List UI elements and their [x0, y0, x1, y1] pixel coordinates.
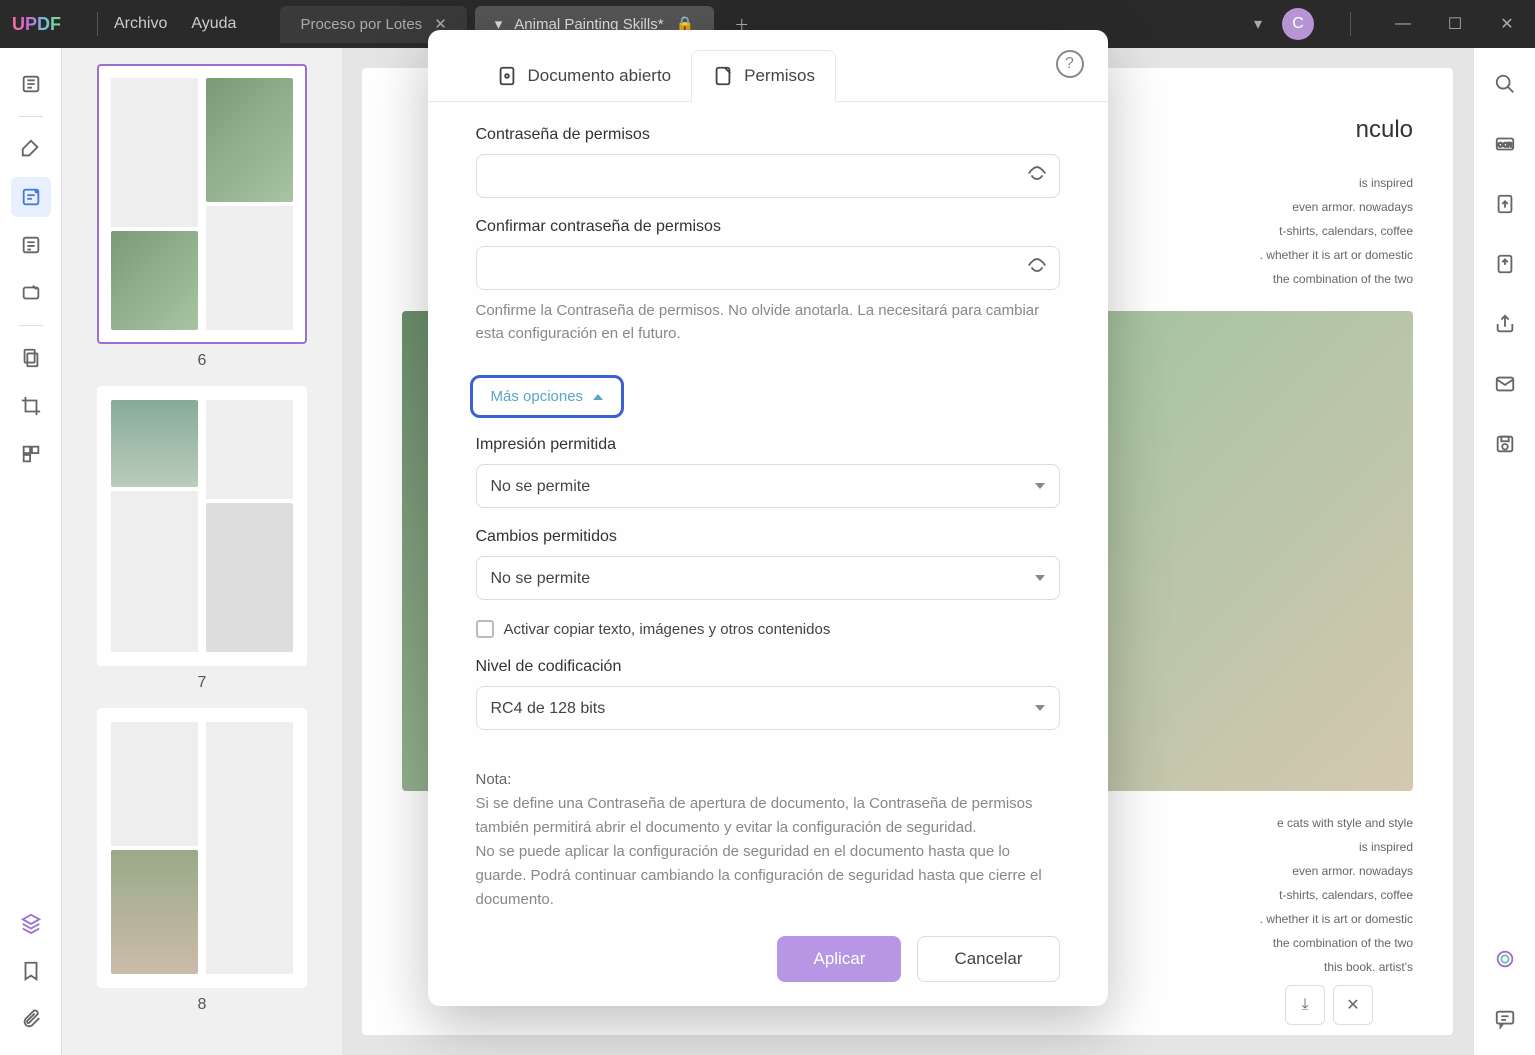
copy-checkbox-row[interactable]: Activar copiar texto, imágenes y otros c… [476, 620, 1060, 638]
highlighter-icon[interactable] [11, 129, 51, 169]
changes-group: Cambios permitidos No se permite [476, 528, 1060, 600]
thumbnail-label: 6 [198, 352, 207, 370]
chevron-up-icon [593, 394, 603, 400]
printing-allowed-select[interactable]: No se permite [476, 464, 1060, 508]
tools-icon[interactable] [11, 434, 51, 474]
modal-footer: Aplicar Cancelar [428, 912, 1108, 982]
confirm-password-group: Confirmar contraseña de permisos Confirm… [476, 218, 1060, 345]
svg-text:OCR: OCR [1497, 142, 1512, 149]
bookmark-icon[interactable] [11, 951, 51, 991]
printing-group: Impresión permitida No se permite [476, 436, 1060, 508]
divider [19, 116, 43, 117]
confirm-permissions-password-input[interactable] [476, 246, 1060, 290]
menu-file[interactable]: Archivo [114, 15, 167, 33]
crop-icon[interactable] [11, 386, 51, 426]
sign-icon[interactable] [11, 273, 51, 313]
divider [97, 12, 98, 36]
close-button[interactable]: ✕ [1491, 8, 1523, 40]
more-options-label: Más opciones [491, 388, 584, 405]
thumbnail-label: 7 [198, 674, 207, 692]
save-icon[interactable] [1485, 424, 1525, 464]
divider [1350, 12, 1351, 36]
thumbnail-item[interactable]: 6 [97, 64, 307, 370]
permissions-dialog: ? Documento abierto Permisos Contraseña … [428, 30, 1108, 1006]
encryption-label: Nivel de codificación [476, 658, 1060, 676]
tab-label: Documento abierto [528, 66, 672, 86]
tab-label: Permisos [744, 66, 815, 86]
thumbnail-item[interactable]: 8 [97, 708, 307, 1014]
password-label: Contraseña de permisos [476, 126, 1060, 144]
reader-icon[interactable] [11, 64, 51, 104]
maximize-button[interactable]: ☐ [1439, 8, 1471, 40]
copy-checkbox-label: Activar copiar texto, imágenes y otros c… [504, 621, 831, 638]
thumbnail-label: 8 [198, 996, 207, 1014]
right-toolbar: OCR [1473, 48, 1535, 1055]
scroll-down-icon[interactable]: ⤓ [1285, 985, 1325, 1025]
search-icon[interactable] [1485, 64, 1525, 104]
more-options-toggle[interactable]: Más opciones [470, 375, 625, 418]
modal-body: Contraseña de permisos Confirmar contras… [428, 102, 1108, 730]
tab-label: Proceso por Lotes [300, 16, 422, 33]
confirm-password-label: Confirmar contraseña de permisos [476, 218, 1060, 236]
note-text: Si se define una Contraseña de apertura … [476, 792, 1060, 840]
copy-checkbox[interactable] [476, 620, 494, 638]
encryption-level-select[interactable]: RC4 de 128 bits [476, 686, 1060, 730]
chevron-down-icon[interactable]: ▾ [1254, 14, 1262, 34]
apply-button[interactable]: Aplicar [777, 936, 901, 982]
changes-allowed-select[interactable]: No se permite [476, 556, 1060, 600]
floating-controls: ⤓ ✕ [1285, 985, 1373, 1025]
share-icon[interactable] [1485, 304, 1525, 344]
attachment-icon[interactable] [11, 999, 51, 1039]
thumbnail-item[interactable]: 7 [97, 386, 307, 692]
thumbnail-page[interactable] [97, 386, 307, 666]
thumbnail-page[interactable] [97, 64, 307, 344]
note-title: Nota: [476, 768, 1060, 792]
document-icon [496, 65, 518, 87]
eye-toggle-icon[interactable] [1026, 163, 1048, 190]
close-icon[interactable]: ✕ [1333, 985, 1373, 1025]
window-controls: ▾ C — ☐ ✕ [1254, 8, 1523, 40]
encryption-group: Nivel de codificación RC4 de 128 bits [476, 658, 1060, 730]
eye-toggle-icon[interactable] [1026, 255, 1048, 282]
menu-help[interactable]: Ayuda [191, 15, 236, 33]
note-text: No se puede aplicar la configuración de … [476, 840, 1060, 912]
changes-label: Cambios permitidos [476, 528, 1060, 546]
minimize-button[interactable]: — [1387, 8, 1419, 40]
edit-text-icon[interactable] [11, 177, 51, 217]
ocr-icon[interactable]: OCR [1485, 124, 1525, 164]
help-icon[interactable]: ? [1056, 50, 1084, 78]
permissions-icon [712, 65, 734, 87]
note-section: Nota: Si se define una Contraseña de ape… [428, 750, 1108, 912]
tab-open-document[interactable]: Documento abierto [476, 50, 692, 101]
password-group: Contraseña de permisos [476, 126, 1060, 198]
divider [19, 325, 43, 326]
permissions-password-input[interactable] [476, 154, 1060, 198]
email-icon[interactable] [1485, 364, 1525, 404]
app-logo: UPDF [12, 14, 61, 35]
pages-icon[interactable] [11, 338, 51, 378]
cancel-button[interactable]: Cancelar [917, 936, 1059, 982]
thumbnail-page[interactable] [97, 708, 307, 988]
export-icon[interactable] [1485, 244, 1525, 284]
convert-icon[interactable] [1485, 184, 1525, 224]
left-toolbar [0, 48, 62, 1055]
tab-permissions[interactable]: Permisos [691, 50, 836, 102]
printing-label: Impresión permitida [476, 436, 1060, 454]
modal-tabs: Documento abierto Permisos [428, 50, 1108, 102]
ai-icon[interactable] [1485, 939, 1525, 979]
comment-icon[interactable] [1485, 999, 1525, 1039]
user-avatar[interactable]: C [1282, 8, 1314, 40]
confirm-hint: Confirme la Contraseña de permisos. No o… [476, 300, 1060, 345]
layers-icon[interactable] [11, 903, 51, 943]
form-icon[interactable] [11, 225, 51, 265]
thumbnail-panel[interactable]: 6 7 8 [62, 48, 342, 1055]
